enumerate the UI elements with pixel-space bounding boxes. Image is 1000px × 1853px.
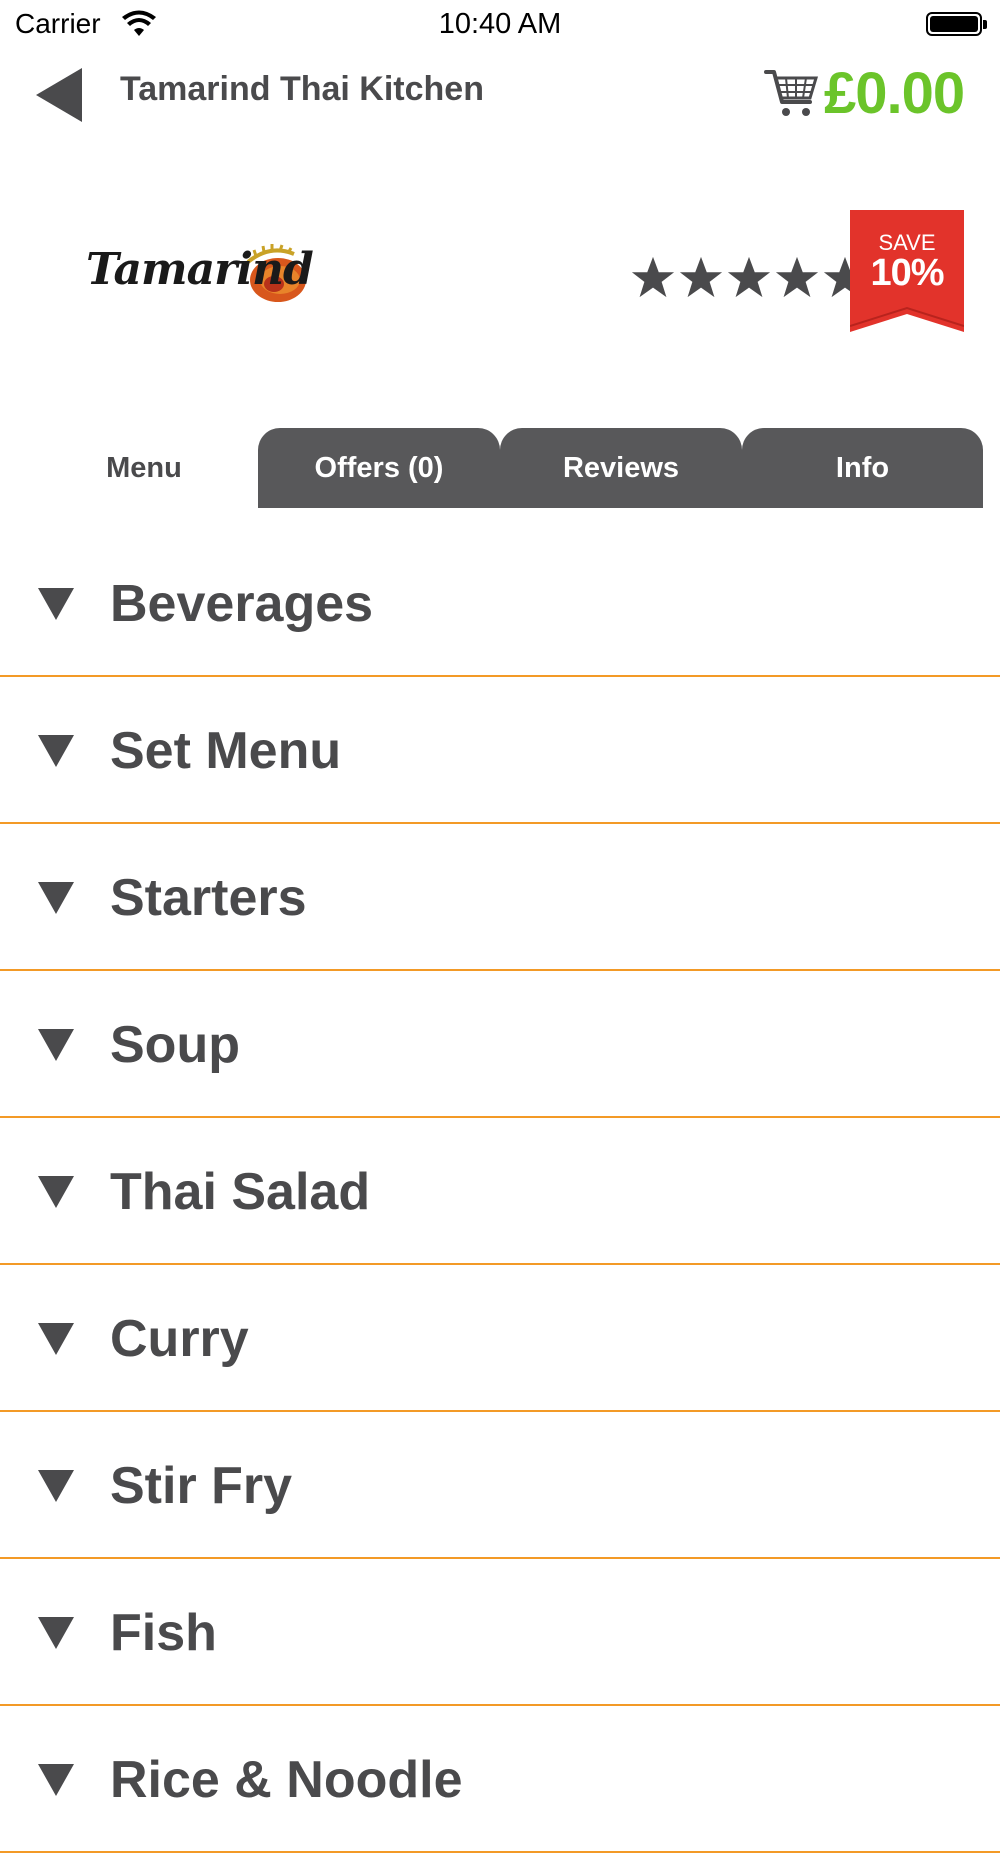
expand-triangle-icon — [38, 1323, 74, 1355]
category-label: Set Menu — [110, 722, 342, 780]
category-rice-noodle[interactable]: Rice & Noodle — [0, 1706, 1000, 1853]
restaurant-title: Tamarind Thai Kitchen — [120, 70, 484, 108]
category-beverages[interactable]: Beverages — [0, 530, 1000, 677]
expand-triangle-icon — [38, 1029, 74, 1061]
save-badge: SAVE 10% — [850, 210, 964, 332]
category-fish[interactable]: Fish — [0, 1559, 1000, 1706]
category-label: Curry — [110, 1310, 249, 1368]
category-curry[interactable]: Curry — [0, 1265, 1000, 1412]
category-label: Thai Salad — [110, 1163, 371, 1221]
category-set-menu[interactable]: Set Menu — [0, 677, 1000, 824]
star-icon — [631, 256, 675, 298]
category-label: Soup — [110, 1016, 240, 1074]
star-rating — [630, 255, 870, 305]
logo-wordmark: Tamarind — [86, 244, 314, 295]
expand-triangle-icon — [38, 1764, 74, 1796]
back-button[interactable] — [30, 62, 90, 128]
expand-triangle-icon — [38, 1617, 74, 1649]
battery-icon — [926, 12, 988, 38]
expand-triangle-icon — [38, 1470, 74, 1502]
star-icon — [775, 256, 819, 298]
nav-header: Tamarind Thai Kitchen £0.00 — [0, 50, 1000, 140]
expand-triangle-icon — [38, 882, 74, 914]
cart-total: £0.00 — [824, 61, 965, 126]
category-label: Fish — [110, 1604, 217, 1662]
tab-info[interactable]: Info — [742, 428, 983, 508]
expand-triangle-icon — [38, 735, 74, 767]
tab-bar: Menu Offers (0) Reviews Info — [0, 428, 1000, 508]
cart-button[interactable]: £0.00 — [762, 56, 982, 136]
category-label: Rice & Noodle — [110, 1751, 463, 1809]
menu-category-list: Beverages Set Menu Starters Soup Thai Sa… — [0, 530, 1000, 1853]
category-label: Starters — [110, 869, 307, 927]
star-icon — [679, 256, 723, 298]
tab-offers[interactable]: Offers (0) — [258, 428, 500, 508]
tab-menu[interactable]: Menu — [30, 428, 258, 508]
status-bar: Carrier 10:40 AM — [0, 0, 1000, 50]
category-stir-fry[interactable]: Stir Fry — [0, 1412, 1000, 1559]
category-starters[interactable]: Starters — [0, 824, 1000, 971]
cart-icon — [764, 70, 819, 116]
restaurant-logo: Tamarind — [80, 240, 314, 320]
star-icon — [727, 256, 771, 298]
category-thai-salad[interactable]: Thai Salad — [0, 1118, 1000, 1265]
clock: 10:40 AM — [438, 8, 562, 40]
expand-triangle-icon — [38, 1176, 74, 1208]
save-value: 10% — [870, 252, 944, 294]
category-label: Stir Fry — [110, 1457, 293, 1515]
back-arrow-icon — [36, 68, 82, 122]
expand-triangle-icon — [38, 588, 74, 620]
category-soup[interactable]: Soup — [0, 971, 1000, 1118]
category-label: Beverages — [110, 575, 374, 633]
tab-reviews[interactable]: Reviews — [500, 428, 742, 508]
